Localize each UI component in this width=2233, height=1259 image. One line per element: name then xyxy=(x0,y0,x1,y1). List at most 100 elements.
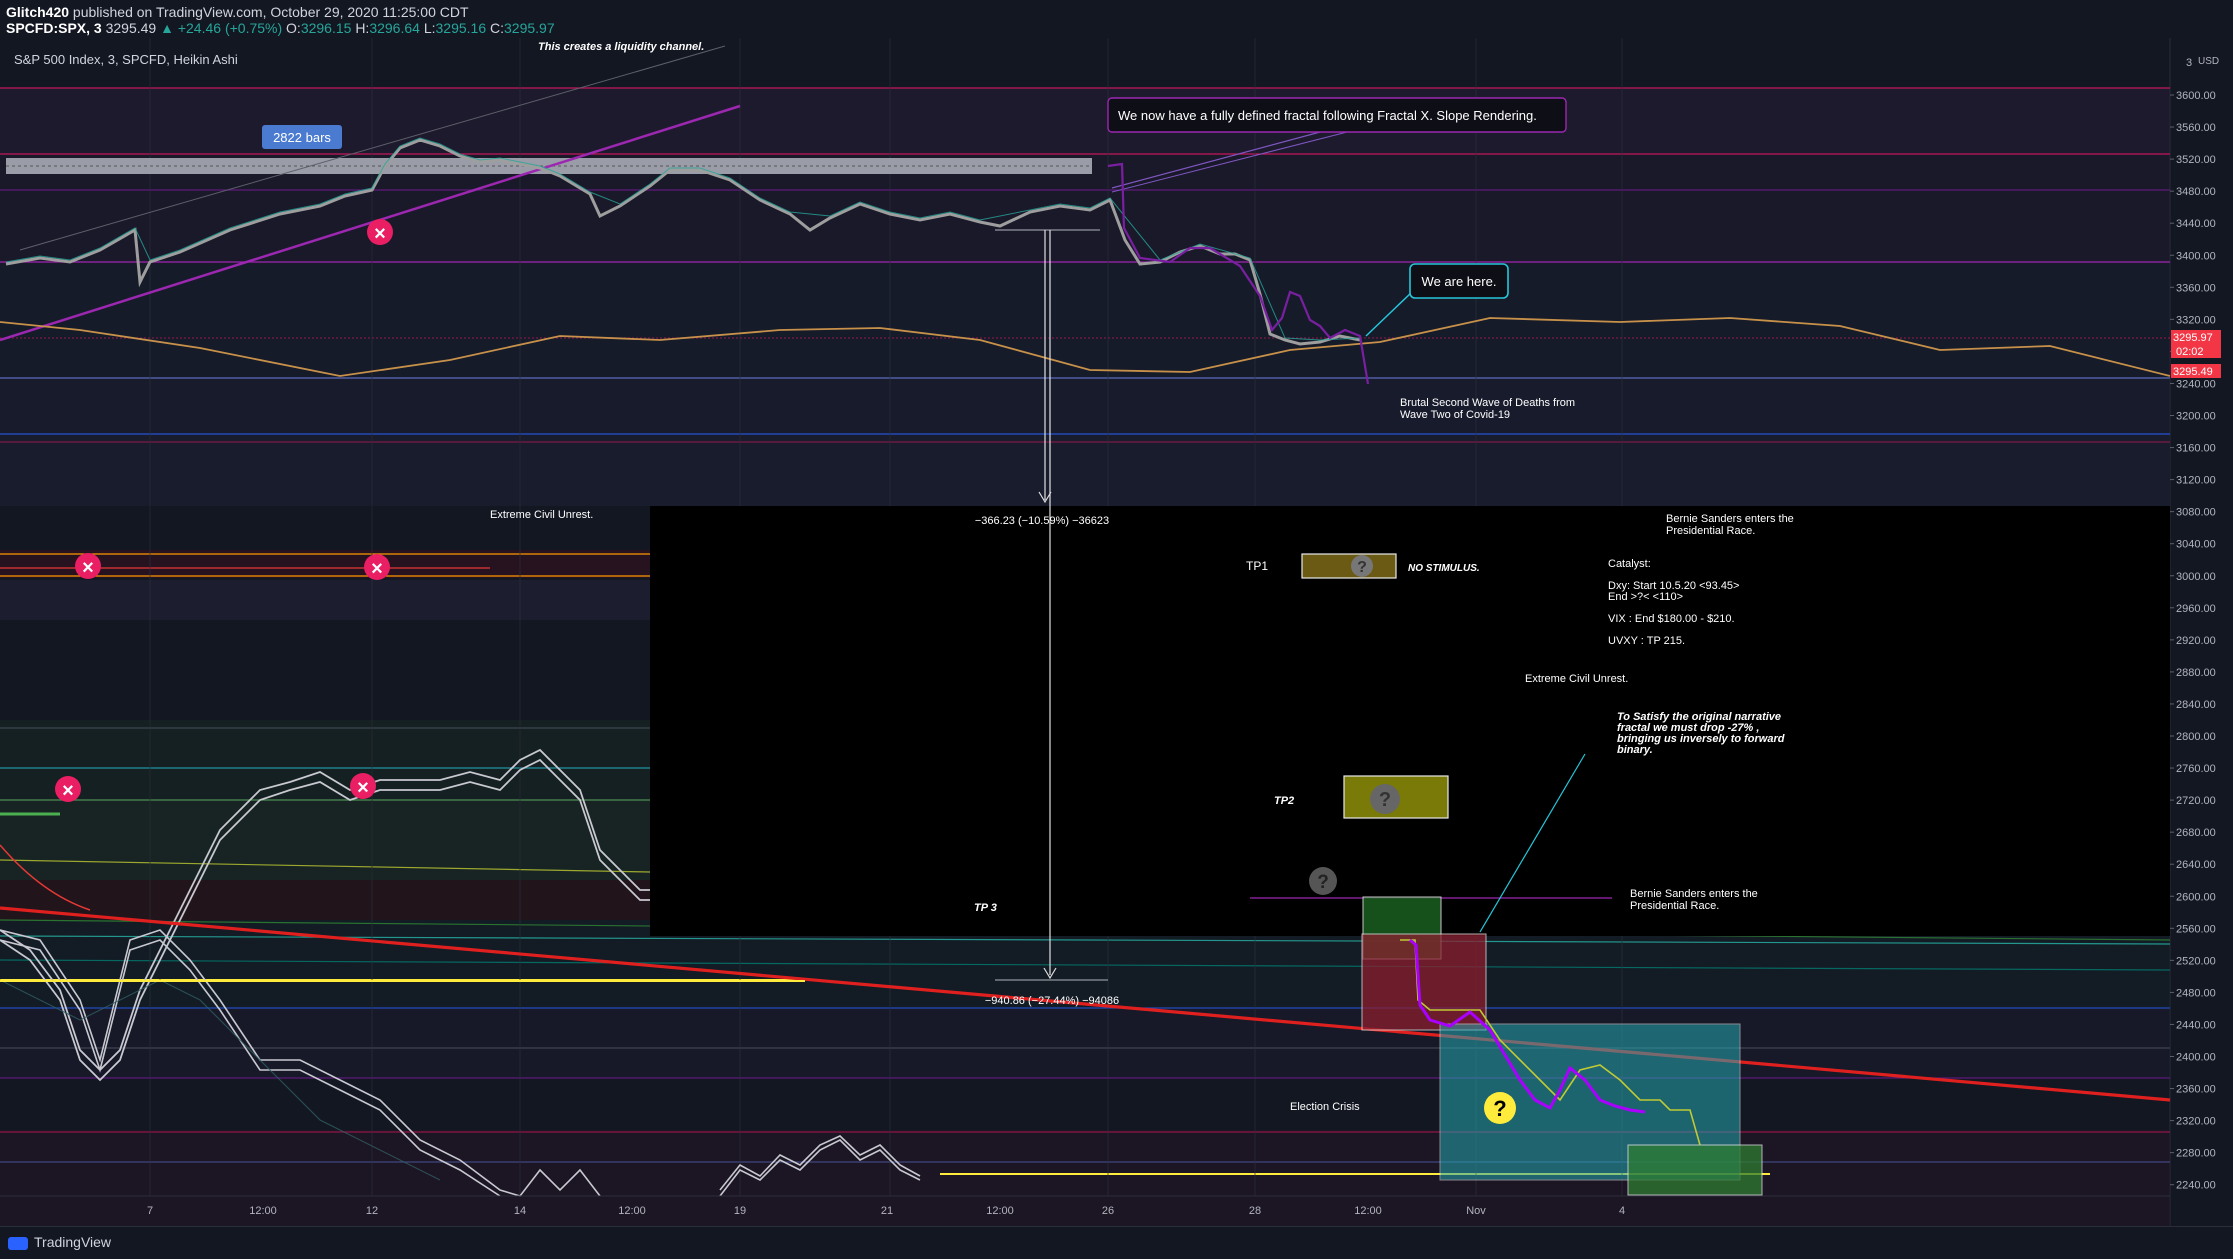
time-tick-label: 21 xyxy=(881,1205,893,1217)
price-tick-label: 2760.00 xyxy=(2176,763,2216,775)
price-tick-label: 3160.00 xyxy=(2176,443,2216,455)
price-tick-label: 2240.00 xyxy=(2176,1180,2216,1192)
chart-header: Glitch420 published on TradingView.com, … xyxy=(0,0,2233,38)
close-icon: × xyxy=(357,777,369,799)
tradingview-logo-icon xyxy=(8,1236,28,1250)
green-box-2[interactable] xyxy=(1627,1144,1763,1196)
tp1-label: TP1 xyxy=(1246,559,1268,573)
bernie-note-bottom: Bernie Sanders enters the xyxy=(1630,888,1758,900)
time-tick-label: 7 xyxy=(147,1205,153,1217)
low-value: 3295.16 xyxy=(435,20,487,36)
chart-canvas[interactable]: ? ? ? ? × × × × × S&P 500 Index, 3, SPCF… xyxy=(0,38,2233,1226)
time-tick-label: 12:00 xyxy=(1354,1205,1382,1217)
price-tick-label: 3400.00 xyxy=(2176,250,2216,262)
low-label: L: xyxy=(423,20,436,36)
price-tick-label: 2320.00 xyxy=(2176,1116,2216,1128)
svg-text:?: ? xyxy=(1493,1096,1506,1121)
brand-name: TradingView xyxy=(34,1234,112,1250)
bernie-note-bottom-line2: Presidential Race. xyxy=(1630,900,1719,912)
price-tick-label: 3520.00 xyxy=(2176,154,2216,166)
close-icon: × xyxy=(62,780,74,802)
catalyst-vix: VIX : End $180.00 - $210. xyxy=(1608,613,1735,625)
ohlc-line: SPCFD:SPX, 3 3295.49 ▲ +24.46 (+0.75%) O… xyxy=(6,20,555,36)
price-tick-label: 2800.00 xyxy=(2176,731,2216,743)
close-icon: × xyxy=(82,557,94,579)
price-tick-label: 3120.00 xyxy=(2176,475,2216,487)
price-tick-label: 2640.00 xyxy=(2176,859,2216,871)
price-tick-label: 3000.00 xyxy=(2176,571,2216,583)
price-tick-label: 3440.00 xyxy=(2176,218,2216,230)
publisher-name[interactable]: Glitch420 xyxy=(6,4,69,20)
price-tick-label: 2400.00 xyxy=(2176,1052,2216,1064)
bernie-note-top: Bernie Sanders enters the xyxy=(1666,513,1794,525)
civil-unrest-note: Extreme Civil Unrest. xyxy=(490,509,593,521)
scale-hint: 3 xyxy=(2186,57,2192,69)
published-text: published on TradingView.com, October 29… xyxy=(72,4,469,20)
price-tick-label: 2680.00 xyxy=(2176,827,2216,839)
price-tick-label: 3080.00 xyxy=(2176,507,2216,519)
second-wave-note: Brutal Second Wave of Deaths from xyxy=(1400,397,1575,409)
high-value: 3296.64 xyxy=(369,20,420,36)
time-tick-label: 28 xyxy=(1249,1205,1261,1217)
second-wave-note-line2: Wave Two of Covid-19 xyxy=(1400,409,1510,421)
close-icon: × xyxy=(374,223,386,245)
price-tick-label: 2720.00 xyxy=(2176,795,2216,807)
satisfy-note-line4: binary. xyxy=(1617,744,1653,756)
price-change: +24.46 (+0.75%) xyxy=(177,20,283,36)
bernie-note-top-line2: Presidential Race. xyxy=(1666,525,1755,537)
change-up-icon: ▲ xyxy=(160,20,174,36)
close-label: C: xyxy=(490,20,504,36)
time-tick-label: Nov xyxy=(1466,1205,1486,1217)
close-icon: × xyxy=(371,558,383,580)
price-tick-label: 2520.00 xyxy=(2176,955,2216,967)
no-stimulus-label: NO STIMULUS. xyxy=(1408,563,1480,574)
price-tick-label: 2440.00 xyxy=(2176,1019,2216,1031)
high-label: H: xyxy=(355,20,370,36)
price-tick-label: 2480.00 xyxy=(2176,987,2216,999)
price-tick-label: 2560.00 xyxy=(2176,923,2216,935)
time-tick-label: 14 xyxy=(514,1205,526,1217)
price-tick-label: 2840.00 xyxy=(2176,699,2216,711)
close-value: 3295.97 xyxy=(504,20,555,36)
svg-text:?: ? xyxy=(1357,559,1367,576)
price-tick-label: 3200.00 xyxy=(2176,411,2216,423)
time-tick-label: 26 xyxy=(1102,1205,1114,1217)
liquidity-note: This creates a liquidity channel. xyxy=(538,41,704,53)
last-price: 3295.49 xyxy=(105,20,157,36)
time-tick-label: 12:00 xyxy=(986,1205,1014,1217)
open-label: O: xyxy=(286,20,301,36)
time-tick-label: 19 xyxy=(734,1205,746,1217)
svg-text:?: ? xyxy=(1379,789,1391,811)
symbol-label[interactable]: SPCFD:SPX, 3 xyxy=(6,20,102,36)
svg-text:We now have a fully defined fr: We now have a fully defined fractal foll… xyxy=(1118,108,1537,123)
price-tick-label: 2960.00 xyxy=(2176,603,2216,615)
open-value: 3296.15 xyxy=(300,20,352,36)
price-tick-label: 3040.00 xyxy=(2176,539,2216,551)
tp3-label: TP 3 xyxy=(974,902,997,914)
price-tick-label: 2600.00 xyxy=(2176,891,2216,903)
catalyst-uvxy: UVXY : TP 215. xyxy=(1608,635,1685,647)
price-tick-label: 3240.00 xyxy=(2176,378,2216,390)
svg-text:02:02: 02:02 xyxy=(2176,346,2204,358)
civil-unrest-note-2: Extreme Civil Unrest. xyxy=(1525,673,1628,685)
price-tick-label: 3600.00 xyxy=(2176,90,2216,102)
price-tick-label: 3560.00 xyxy=(2176,122,2216,134)
time-tick-label: 12:00 xyxy=(618,1205,646,1217)
chart-title: S&P 500 Index, 3, SPCFD, Heikin Ashi xyxy=(14,52,238,67)
price-tick-label: 2360.00 xyxy=(2176,1084,2216,1096)
svg-text:We are here.: We are here. xyxy=(1422,274,1497,289)
price-tick-label: 3360.00 xyxy=(2176,282,2216,294)
price-axis[interactable]: 3600.00 3560.00 3520.00 3480.00 3440.00 3400.… xyxy=(2170,90,2216,1192)
tradingview-logo[interactable]: TradingView xyxy=(8,1234,111,1250)
svg-text:2822 bars: 2822 bars xyxy=(273,130,331,145)
price-tick-label: 2880.00 xyxy=(2176,667,2216,679)
price-tick-label: 3320.00 xyxy=(2176,314,2216,326)
currency-label: USD xyxy=(2198,56,2219,67)
price-tick-label: 3480.00 xyxy=(2176,186,2216,198)
publisher-line: Glitch420 published on TradingView.com, … xyxy=(6,4,469,20)
time-tick-label: 12 xyxy=(366,1205,378,1217)
measure-label-1: −366.23 (−10.59%) −36623 xyxy=(975,515,1109,527)
svg-text:3295.49: 3295.49 xyxy=(2173,366,2213,378)
tp1-box[interactable] xyxy=(1301,553,1397,579)
price-tick-label: 2920.00 xyxy=(2176,635,2216,647)
